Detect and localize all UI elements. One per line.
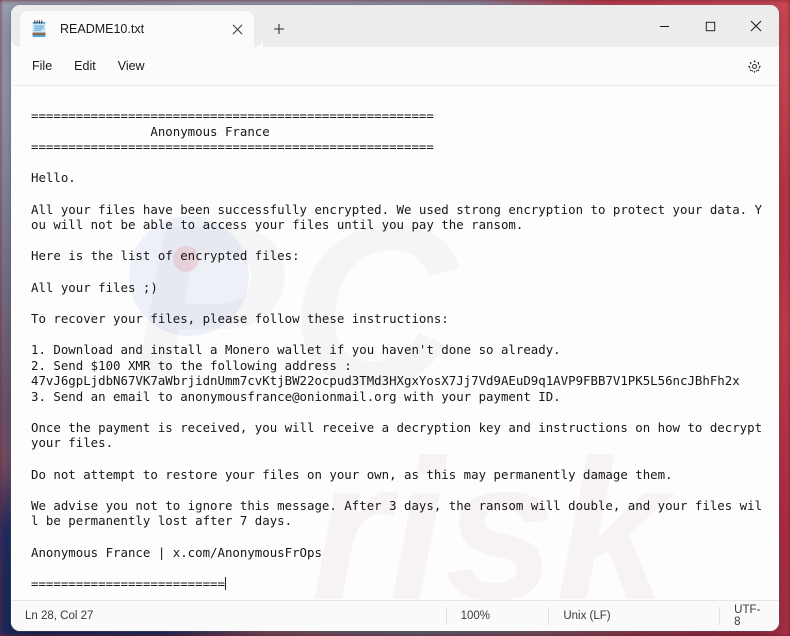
maximize-button[interactable] [687, 5, 733, 47]
window-controls [641, 5, 779, 47]
status-bar: Ln 28, Col 27 100% Unix (LF) UTF-8 [11, 600, 779, 631]
editor-area[interactable]: PC risk ================================… [11, 86, 779, 600]
menu-bar: File Edit View [11, 47, 779, 86]
new-tab-button[interactable] [264, 14, 294, 44]
document-text[interactable]: ========================================… [11, 86, 779, 600]
menu-view[interactable]: View [107, 54, 156, 78]
notepad-icon [30, 19, 48, 39]
text-caret [224, 576, 226, 590]
status-cursor-position[interactable]: Ln 28, Col 27 [11, 607, 446, 625]
tab-close-icon[interactable] [224, 16, 250, 42]
notepad-window: README10.txt File Edit View PC risk ====… [11, 5, 779, 631]
status-zoom-level[interactable]: 100% [445, 607, 549, 625]
menu-edit[interactable]: Edit [63, 54, 107, 78]
tab-strip: README10.txt [11, 5, 779, 47]
gear-icon[interactable] [739, 52, 769, 80]
menu-file[interactable]: File [21, 54, 63, 78]
status-encoding[interactable]: UTF-8 [719, 604, 779, 628]
status-line-ending[interactable]: Unix (LF) [548, 607, 719, 625]
close-window-button[interactable] [733, 5, 779, 47]
tab-readme10[interactable]: README10.txt [20, 11, 263, 47]
tab-title: README10.txt [60, 22, 145, 36]
document-body: ========================================… [31, 108, 763, 591]
minimize-button[interactable] [641, 5, 687, 47]
